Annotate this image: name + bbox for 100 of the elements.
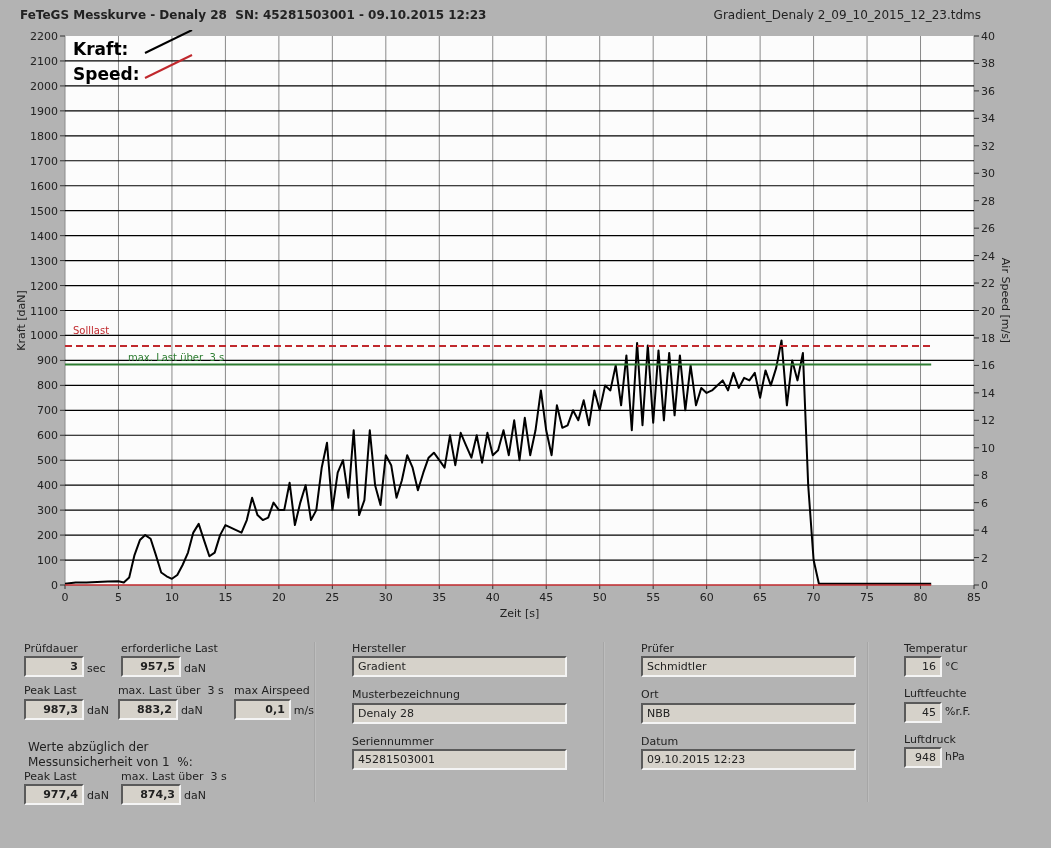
axis-tick-label: 32	[981, 139, 995, 153]
axis-tick-label: 5	[114, 591, 122, 604]
legend-line-icon	[144, 54, 193, 79]
unit-label: °C	[945, 658, 959, 675]
axis-tick-label: 600	[37, 429, 58, 443]
axis-tick-label: 75	[860, 591, 875, 604]
axis-tick-label: 8	[981, 469, 988, 483]
value-field: 987,3	[24, 698, 84, 720]
field-label: Seriennummer	[352, 734, 435, 749]
unit-label: %r.F.	[945, 703, 971, 720]
axis-tick-label: 55	[646, 591, 661, 604]
value-field: 977,4	[24, 783, 84, 805]
axis-tick-label: 20	[271, 591, 286, 604]
axis-tick-label: 2100	[30, 54, 58, 68]
axis-tick-label: 45	[539, 591, 554, 604]
unit-label: daN	[87, 788, 109, 805]
legend-label: Kraft:	[73, 39, 129, 59]
field-label: erforderliche Last	[121, 642, 219, 657]
axis-tick-label: 14	[981, 386, 995, 400]
field-label: Prüfer	[641, 642, 676, 657]
legend-line-icon	[144, 30, 193, 54]
axis-tick-label: 10	[981, 441, 995, 455]
field-label: max. Last über 3 s	[117, 684, 225, 699]
value-field: 0,1	[234, 698, 291, 720]
axis-tick-label: 12	[981, 414, 995, 428]
axis-tick-label: 400	[37, 479, 58, 493]
field-label: max Airspeed	[234, 684, 311, 699]
field-label: Luftfeuchte	[904, 687, 968, 702]
axis-tick-label: 20	[981, 304, 995, 318]
field-label: max. Last über 3 s	[121, 769, 228, 784]
axis-title: Kraft [daN]	[15, 290, 28, 351]
unit-label: daN	[184, 788, 206, 805]
axis-tick-label: 1600	[30, 179, 58, 193]
value-field: 3	[24, 656, 84, 678]
axis-tick-label: 80	[913, 591, 928, 604]
axis-tick-label: 2200	[30, 30, 58, 43]
field-label: Datum	[641, 734, 680, 749]
axis-tick-label: 300	[37, 504, 58, 518]
unit-label: daN	[87, 703, 109, 720]
axis-tick-label: 70	[806, 591, 821, 604]
axis-tick-label: 35	[432, 591, 447, 604]
axis-tick-label: 25	[325, 591, 340, 604]
field-label: Peak Last	[24, 769, 78, 784]
file-name: Gradient_Denaly 2_09_10_2015_12_23.tdms	[713, 7, 981, 24]
axis-tick-label: 40	[485, 591, 500, 604]
unit-label: hPa	[945, 749, 965, 766]
value-field: 957,5	[121, 656, 181, 678]
field-label: Hersteller	[352, 642, 407, 657]
axis-tick-label: 26	[981, 222, 995, 236]
axis-tick-label: 1700	[30, 154, 58, 168]
axis-tick-label: 4	[981, 524, 988, 538]
axis-tick-label: 1000	[30, 329, 58, 343]
field-label: Peak Last	[24, 684, 78, 699]
axis-title: Zeit [s]	[499, 607, 540, 620]
axis-tick-label: 700	[37, 404, 58, 418]
axis-tick-label: 0	[51, 579, 58, 592]
axis-tick-label: 2	[981, 551, 988, 565]
axis-title: Air Speed [m/s]	[999, 257, 1012, 344]
axis-tick-label: 100	[37, 554, 58, 568]
axis-tick-label: 60	[699, 591, 714, 604]
axis-tick-label: 18	[981, 331, 995, 345]
axis-tick-label: 1200	[30, 279, 58, 293]
axis-tick-label: 28	[981, 194, 995, 208]
axis-tick-label: 36	[981, 84, 995, 98]
axis-tick-label: 2000	[30, 79, 58, 93]
field-label: Prüfdauer	[24, 642, 79, 657]
field-label: Luftdruck	[904, 732, 957, 747]
axis-tick-label: 0	[61, 591, 69, 604]
axis-tick-label: 0	[981, 579, 988, 592]
axis-tick-label: 85	[967, 591, 981, 604]
unit-label: m/s	[293, 703, 314, 720]
axis-tick-label: 50	[592, 591, 607, 604]
axis-tick-label: 1800	[30, 129, 58, 143]
axis-tick-label: 16	[981, 359, 995, 373]
axis-tick-label: 24	[981, 249, 995, 263]
axis-tick-label: 200	[37, 529, 58, 543]
axis-tick-label: 30	[378, 591, 393, 604]
axis-tick-label: 800	[37, 379, 58, 393]
axis-tick-label: 1500	[30, 204, 58, 218]
axis-tick-label: 1300	[30, 254, 58, 268]
field-label: Musterbezeichnung	[352, 688, 462, 703]
axis-tick-label: 1400	[30, 229, 58, 243]
note-text: Werte abzüglich der Messunsicherheit von 1 %:	[28, 739, 194, 770]
field-label: Temperatur	[904, 642, 969, 657]
window-title: FeTeGS Messkurve - Denaly 28 SN: 45281503001 - 09.10.2015 12:23	[20, 7, 487, 24]
unit-label: daN	[184, 660, 206, 677]
axis-tick-label: 40	[981, 30, 995, 43]
field-label: Ort	[641, 688, 660, 703]
axis-tick-label: 65	[753, 591, 768, 604]
unit-label: daN	[180, 703, 203, 720]
axis-tick-label: 6	[981, 496, 988, 510]
value-field: 874,3	[121, 783, 181, 805]
axis-tick-label: 500	[37, 454, 58, 468]
axis-tick-label: 30	[981, 167, 995, 181]
axis-tick-label: 10	[164, 591, 179, 604]
value-field: 45	[904, 701, 942, 723]
axis-tick-label: 34	[981, 112, 995, 126]
axis-tick-label: 38	[981, 57, 995, 71]
axis-tick-label: 1100	[30, 304, 58, 318]
unit-label: sec	[87, 660, 106, 677]
